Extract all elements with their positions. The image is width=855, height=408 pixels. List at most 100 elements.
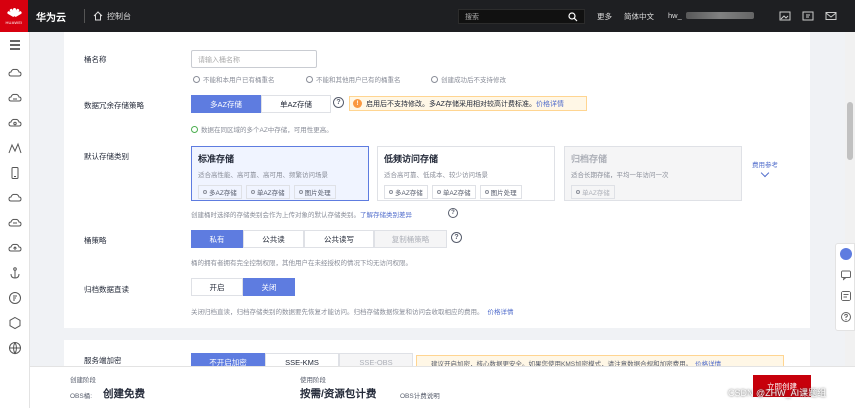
archive-read-on[interactable]: 开启 [191, 278, 243, 296]
help-icon[interactable]: ? [333, 97, 344, 108]
info-icon [431, 75, 438, 83]
redundancy-notice: ! 启用后不支持修改。多AZ存储采用相对较高计费标准。 价格详情 [349, 96, 587, 111]
warning-icon: ! [353, 99, 362, 108]
stage2-value: 按需/资源包计费 [300, 388, 377, 400]
scrollbar-thumb[interactable] [847, 102, 853, 160]
cloud-link-icon[interactable] [8, 216, 22, 230]
storage-class-title: 低频访问存储 [384, 154, 439, 164]
redundancy-selector: 多AZ存储 单AZ存储 [191, 95, 331, 113]
feedback-icon[interactable] [840, 290, 852, 302]
policy-public-read-write[interactable]: 公共读写 [304, 230, 374, 248]
user-name-blurred [686, 12, 754, 19]
divider [84, 9, 85, 23]
storage-class-label: 默认存储类别 [84, 152, 129, 161]
phone-icon[interactable] [8, 166, 22, 180]
bucket-policy-hint-text: 桶的拥有者拥有完全控制权限，其他用户在未经授权的情况下均无访问权限。 [191, 260, 412, 267]
stage1-label: 创建阶段 [70, 377, 96, 384]
name-hint-text: 不能和其他用户已有的桶重名 [316, 77, 401, 84]
storage-class-hint-text: 创建桶时选择的存储类别会作为上传对象的默认存储类别。 [191, 212, 360, 219]
archive-read-hint-text: 关闭归档直读，归档存储类别的数据要先恢复才能访问。归档存储数据恢复和访问会收取相… [191, 309, 484, 316]
cloud-storage-icon[interactable] [8, 116, 22, 130]
search-input[interactable]: 搜索 [458, 9, 585, 24]
cloud-server-icon[interactable] [8, 66, 22, 80]
stage2-label: 使用阶段 [300, 377, 326, 384]
chevron-down-icon [760, 168, 770, 178]
info-icon [193, 75, 200, 83]
tag-single-az: 单AZ存储 [245, 185, 290, 199]
redundancy-hint: 数据在同区域的多个AZ中存储，可用性更高。 [191, 124, 333, 134]
tag-multi-az: 多AZ存储 [198, 185, 242, 199]
billing-info-link[interactable]: OBS计费说明 [400, 390, 440, 400]
archive-read-hint: 关闭归档直读，归档存储类别的数据要先恢复才能访问。归档存储数据恢复和访问会收取相… [191, 306, 514, 316]
stage1-prefix: OBS桶: [70, 393, 93, 400]
policy-copy[interactable]: 复制桶策略 [374, 230, 447, 248]
storage-class-hint: 创建桶时选择的存储类别会作为上传对象的默认存储类别。 了解存储类别差异 [191, 209, 412, 219]
tag-icon[interactable] [8, 291, 22, 305]
cloud-upload-icon[interactable] [8, 241, 22, 255]
help-circle-icon[interactable] [840, 311, 852, 323]
chat-icon[interactable] [840, 269, 852, 281]
storage-class-title: 标准存储 [198, 154, 235, 164]
bucket-policy-hint: 桶的拥有者拥有完全控制权限，其他用户在未经授权的情况下均无访问权限。 [191, 257, 412, 267]
name-hint-2: 不能和其他用户已有的桶重名 [306, 74, 401, 84]
search-placeholder: 搜索 [465, 13, 479, 21]
redundancy-hint-text: 数据在同区域的多个AZ中存储，可用性更高。 [201, 127, 333, 134]
archive-price-link[interactable]: 价格详情 [488, 306, 514, 316]
cloud-icon[interactable] [8, 91, 22, 105]
ticket-icon[interactable] [802, 10, 814, 22]
watermark: CSDN @ZHW_AI课题组 [728, 388, 827, 398]
mountain-icon[interactable] [8, 141, 22, 155]
service-sidebar [0, 32, 30, 408]
console-link[interactable]: 控制台 [93, 11, 131, 22]
fee-reference-link[interactable]: 费用参考 [752, 159, 778, 178]
tag-single-az: 单AZ存储 [571, 185, 615, 199]
assistant-icon[interactable] [840, 248, 852, 260]
image-icon[interactable] [779, 10, 791, 22]
tag-image-processing: 图片处理 [293, 185, 336, 199]
name-hint-1: 不能和本用户已有桶重名 [193, 74, 275, 84]
huawei-flower-icon [6, 7, 22, 18]
bucket-policy-selector: 私有 公共读 公共读写 复制桶策略 [191, 230, 447, 248]
name-hint-text: 不能和本用户已有桶重名 [203, 77, 275, 84]
mail-icon[interactable] [825, 10, 837, 22]
help-icon[interactable]: ? [451, 232, 462, 243]
cloud-service-icon[interactable] [8, 191, 22, 205]
bucket-policy-label: 桶策略 [84, 236, 107, 245]
help-icon[interactable]: ? [448, 208, 458, 218]
option-multi-az[interactable]: 多AZ存储 [191, 95, 261, 113]
logo-text: HUAWEI [5, 19, 23, 25]
huawei-logo[interactable]: HUAWEI [0, 0, 28, 32]
stage1-value: 创建免费 [103, 388, 145, 400]
storage-class-archive[interactable]: 归档存储 适合长期存储，平均一年访问一次 单AZ存储 [564, 146, 742, 201]
menu-icon[interactable] [8, 38, 22, 52]
brand-name[interactable]: 华为云 [36, 9, 78, 24]
storage-class-standard[interactable]: 标准存储 适合高性能、高可靠、高可用、频繁访问场景 多AZ存储 单AZ存储 图片… [191, 146, 369, 201]
info-icon [306, 75, 313, 83]
storage-class-diff-link[interactable]: 了解存储类别差异 [360, 209, 412, 219]
language-menu[interactable]: 简体中文 [624, 11, 654, 22]
notice-text: 启用后不支持修改。多AZ存储采用相对较高计费标准。 [366, 100, 536, 108]
storage-class-infrequent[interactable]: 低频访问存储 适合高可靠、低成本、较少访问场景 多AZ存储 单AZ存储 图片处理 [377, 146, 555, 201]
price-details-link[interactable]: 价格详情 [536, 99, 564, 109]
floating-toolbar [835, 243, 855, 331]
policy-private[interactable]: 私有 [191, 230, 243, 248]
storage-class-desc: 适合高性能、高可靠、高可用、频繁访问场景 [198, 172, 328, 179]
user-menu[interactable]: hw_ [668, 11, 682, 20]
archive-read-off[interactable]: 关闭 [243, 278, 295, 296]
anchor-icon[interactable] [8, 266, 22, 280]
hexagon-icon[interactable] [8, 316, 22, 330]
storage-class-title: 归档存储 [571, 154, 608, 164]
storage-class-desc: 适合长期存储，平均一年访问一次 [571, 172, 669, 179]
redundancy-label: 数据冗余存储策略 [84, 101, 144, 110]
more-menu[interactable]: 更多 [597, 11, 612, 22]
option-single-az[interactable]: 单AZ存储 [261, 95, 331, 113]
name-hint-text: 创建成功后不支持修改 [441, 77, 506, 84]
console-label: 控制台 [107, 11, 131, 21]
globe-icon[interactable] [8, 341, 22, 355]
bucket-name-input[interactable]: 请输入桶名称 [191, 50, 317, 68]
encryption-label: 服务端加密 [84, 356, 122, 365]
tag-image-processing: 图片处理 [479, 185, 522, 199]
policy-public-read[interactable]: 公共读 [243, 230, 304, 248]
tag-multi-az: 多AZ存储 [384, 185, 428, 199]
search-icon[interactable] [568, 11, 578, 22]
